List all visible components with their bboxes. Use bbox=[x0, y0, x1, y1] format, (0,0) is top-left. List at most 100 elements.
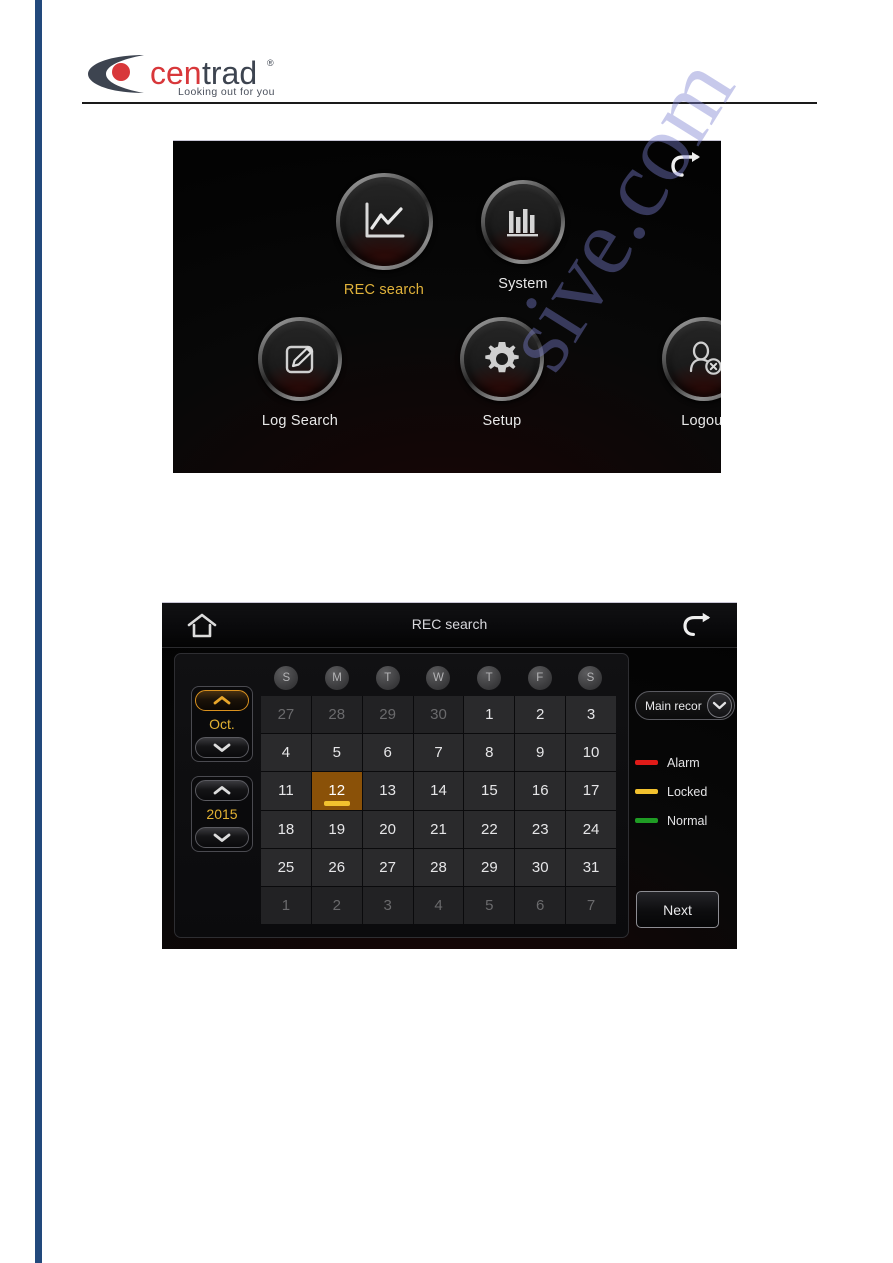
year-up-button[interactable] bbox=[195, 780, 249, 801]
calendar-day-number: 20 bbox=[379, 820, 396, 838]
calendar-day-number: 4 bbox=[281, 744, 291, 762]
calendar-day[interactable]: 27 bbox=[362, 848, 413, 886]
calendar-day[interactable]: 29 bbox=[464, 848, 515, 886]
weekday-label: W bbox=[426, 666, 451, 690]
calendar-day-number: 21 bbox=[430, 820, 447, 838]
weekday-header-cell: S bbox=[261, 666, 312, 690]
calendar-day[interactable]: 30 bbox=[515, 848, 566, 886]
calendar-day[interactable]: 18 bbox=[261, 810, 311, 848]
next-button[interactable]: Next bbox=[636, 891, 719, 928]
calendar-day[interactable]: 7 bbox=[566, 886, 616, 924]
chevron-down-icon[interactable] bbox=[707, 693, 732, 718]
calendar-day[interactable]: 11 bbox=[261, 772, 311, 810]
calendar-day[interactable]: 19 bbox=[311, 810, 362, 848]
pencil-square-icon bbox=[281, 340, 319, 378]
calendar-day[interactable]: 17 bbox=[566, 772, 616, 810]
next-button-label: Next bbox=[663, 901, 692, 918]
calendar-day-number: 19 bbox=[328, 820, 346, 838]
calendar-day-number: 12 bbox=[328, 782, 346, 800]
main-menu-grid: REC search System Log Search Setup Logo bbox=[173, 141, 721, 473]
calendar-day[interactable]: 6 bbox=[515, 886, 566, 924]
weekday-header-cell: T bbox=[362, 666, 413, 690]
menu-item-label: Setup bbox=[482, 413, 522, 429]
calendar-day[interactable]: 16 bbox=[515, 772, 566, 810]
rec-search-titlebar: REC search bbox=[162, 603, 737, 648]
calendar-day-number: 5 bbox=[332, 744, 341, 762]
calendar-day-number: 11 bbox=[278, 782, 294, 800]
calendar-day[interactable]: 2 bbox=[515, 696, 566, 734]
calendar-day[interactable]: 27 bbox=[261, 696, 311, 734]
calendar-day[interactable]: 25 bbox=[261, 848, 311, 886]
calendar-day[interactable]: 21 bbox=[413, 810, 464, 848]
menu-item-logout[interactable]: Logout bbox=[642, 317, 721, 429]
calendar-day[interactable]: 26 bbox=[311, 848, 362, 886]
calendar-day[interactable]: 4 bbox=[413, 886, 464, 924]
calendar-day[interactable]: 28 bbox=[311, 696, 362, 734]
legend-row: Locked bbox=[635, 777, 737, 806]
calendar-day[interactable]: 23 bbox=[515, 810, 566, 848]
calendar-day[interactable]: 14 bbox=[413, 772, 464, 810]
calendar-day-number: 31 bbox=[582, 858, 600, 876]
menu-orb bbox=[258, 317, 342, 401]
back-arrow-icon[interactable] bbox=[683, 612, 715, 640]
calendar-day[interactable]: 15 bbox=[464, 772, 515, 810]
calendar-day[interactable]: 6 bbox=[362, 734, 413, 772]
calendar-day-number: 8 bbox=[485, 744, 494, 762]
menu-item-label: REC search bbox=[343, 282, 425, 298]
legend-row: Normal bbox=[635, 806, 737, 835]
line-chart-icon bbox=[360, 200, 408, 244]
calendar-day-number: 14 bbox=[430, 782, 447, 800]
weekday-header-cell: W bbox=[413, 666, 464, 690]
calendar-day[interactable]: 2 bbox=[311, 886, 362, 924]
calendar-day-number: 6 bbox=[536, 896, 545, 914]
dvr-main-menu-screen: REC search System Log Search Setup Logo bbox=[173, 140, 721, 473]
calendar-day[interactable]: 9 bbox=[515, 734, 566, 772]
calendar-day[interactable]: 4 bbox=[261, 734, 311, 772]
calendar-day[interactable]: 10 bbox=[566, 734, 616, 772]
calendar-day-number: 28 bbox=[430, 858, 447, 876]
weekday-header-row: SMTWTFS bbox=[261, 666, 616, 690]
menu-item-system[interactable]: System bbox=[461, 173, 585, 292]
calendar-day[interactable]: 31 bbox=[566, 848, 616, 886]
calendar-day[interactable]: 1 bbox=[464, 696, 515, 734]
month-down-button[interactable] bbox=[195, 737, 249, 758]
calendar-day[interactable]: 29 bbox=[362, 696, 413, 734]
calendar-day[interactable]: 5 bbox=[311, 734, 362, 772]
calendar-day[interactable]: 3 bbox=[566, 696, 616, 734]
weekday-header-cell: M bbox=[312, 666, 363, 690]
user-logout-icon bbox=[684, 340, 721, 378]
calendar-day-number: 3 bbox=[586, 706, 596, 724]
calendar-day[interactable]: 24 bbox=[566, 810, 616, 848]
calendar-day-number: 22 bbox=[481, 820, 498, 838]
calendar-day[interactable]: 22 bbox=[464, 810, 515, 848]
calendar-day[interactable]: 28 bbox=[413, 848, 464, 886]
weekday-label: S bbox=[578, 666, 603, 690]
weekday-label: S bbox=[274, 666, 299, 690]
page-left-margin-rule bbox=[35, 0, 42, 1263]
legend-label: Alarm bbox=[667, 755, 700, 770]
calendar-day-number: 10 bbox=[582, 744, 600, 762]
menu-item-setup[interactable]: Setup bbox=[440, 317, 564, 429]
menu-item-log-search[interactable]: Log Search bbox=[238, 317, 362, 429]
calendar-day[interactable]: 20 bbox=[362, 810, 413, 848]
calendar-day-number: 25 bbox=[277, 858, 295, 876]
calendar-day-number: 30 bbox=[430, 706, 447, 724]
calendar-day[interactable]: 30 bbox=[413, 696, 464, 734]
calendar-day[interactable]: 13 bbox=[362, 772, 413, 810]
menu-item-rec-search[interactable]: REC search bbox=[322, 173, 446, 298]
year-down-button[interactable] bbox=[195, 827, 249, 848]
record-type-dropdown[interactable]: Main recor bbox=[635, 691, 735, 720]
calendar-day[interactable]: 8 bbox=[464, 734, 515, 772]
calendar-day-number: 29 bbox=[481, 858, 498, 876]
calendar-day[interactable]: 3 bbox=[362, 886, 413, 924]
menu-orb bbox=[481, 180, 565, 264]
calendar-day-selected[interactable]: 12 bbox=[311, 772, 362, 810]
svg-text:®: ® bbox=[267, 58, 274, 68]
weekday-label: T bbox=[375, 666, 400, 690]
month-up-button[interactable] bbox=[195, 690, 249, 711]
calendar-day[interactable]: 1 bbox=[261, 886, 311, 924]
calendar-day[interactable]: 5 bbox=[464, 886, 515, 924]
calendar-day-number: 15 bbox=[481, 782, 498, 800]
manual-page: cen trad ® Looking out for you REC searc… bbox=[0, 0, 893, 1263]
calendar-day[interactable]: 7 bbox=[413, 734, 464, 772]
